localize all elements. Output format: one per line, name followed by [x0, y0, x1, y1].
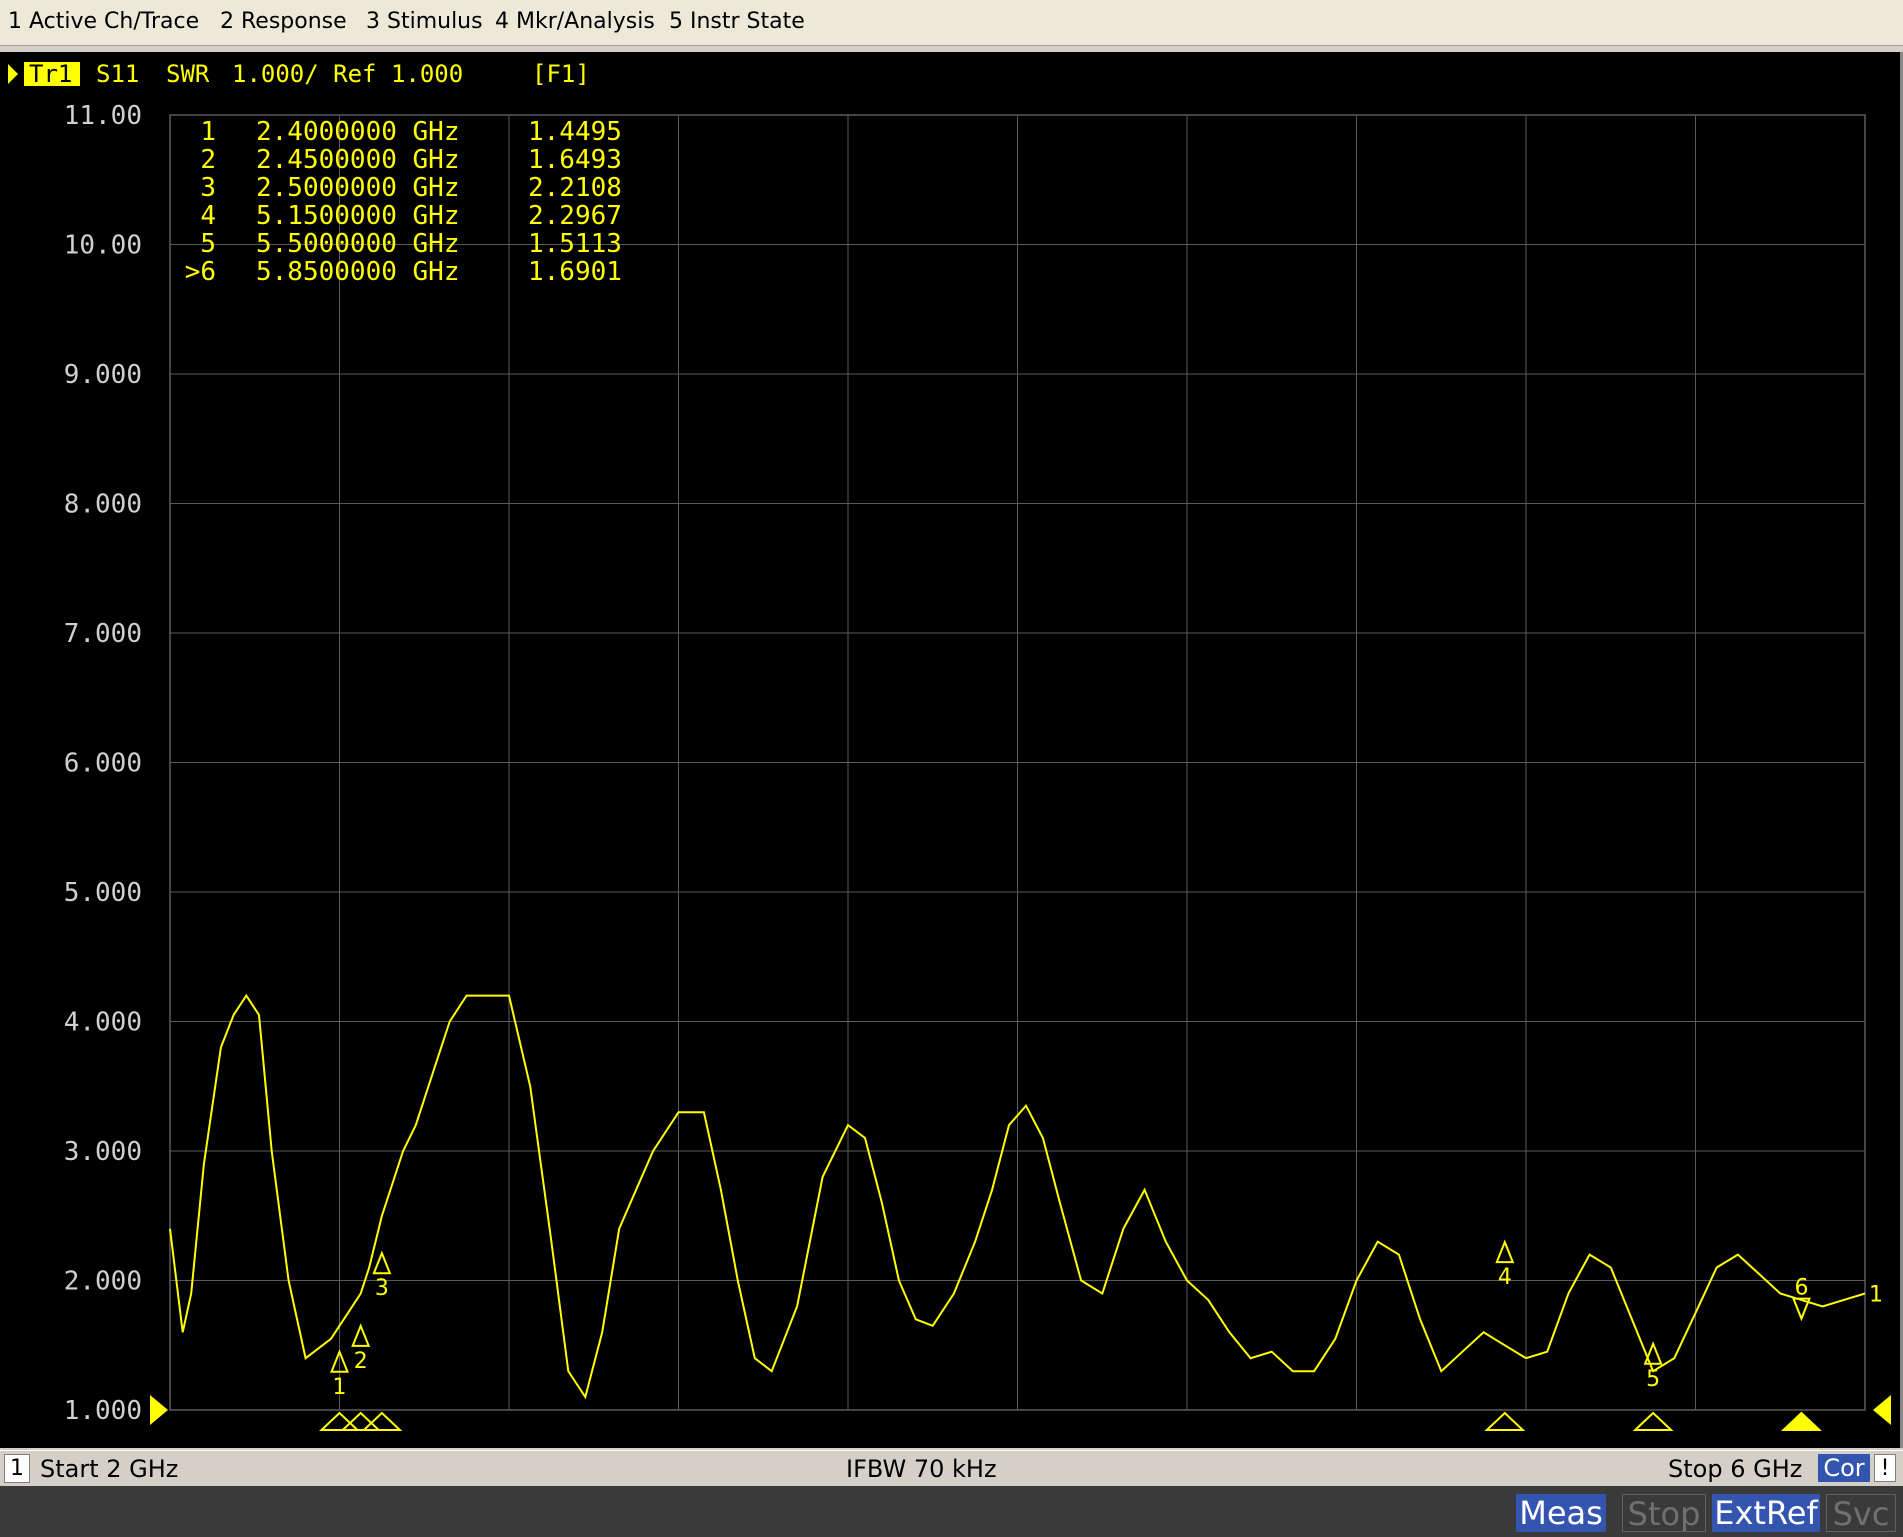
y-axis-tick-labels: 1.000 2.000 3.000 4.000 5.000 6.000 7.000 8.000… [64, 101, 142, 1426]
marker-table-frequency: 2.4000000 GHz [256, 117, 460, 147]
meas-button[interactable]: Meas [1516, 1494, 1606, 1532]
marker-3-icon[interactable] [372, 1250, 392, 1275]
channel-number[interactable]: 1 [4, 1454, 30, 1483]
status-bar: 1 Start 2 GHz IFBW 70 kHz Stop 6 GHz Cor… [0, 1450, 1903, 1485]
marker-5-label: 5 [1646, 1367, 1660, 1392]
stop-button[interactable]: Stop [1622, 1494, 1706, 1533]
marker-table-value: 1.6493 [528, 145, 622, 175]
marker-table-number: 5 [200, 229, 216, 259]
y-tick-label: 2.000 [64, 1267, 142, 1297]
trace-func: [F1] [532, 60, 590, 88]
warning-indicator: ! [1874, 1454, 1896, 1482]
marker-4-label: 4 [1498, 1265, 1512, 1290]
menu-stimulus[interactable]: 3 Stimulus [366, 9, 483, 34]
instrument-status-bar: Meas Stop ExtRef Svc [0, 1486, 1903, 1537]
y-tick-label: 5.000 [64, 878, 142, 908]
marker-table-number: >6 [185, 257, 216, 287]
chart-grid [169, 114, 1866, 1411]
marker-table-frequency: 5.5000000 GHz [256, 229, 460, 259]
axis-marker-5-icon[interactable] [1632, 1411, 1674, 1431]
swr-chart: Tr1 S11 SWR 1.000/ Ref 1.000 [F1] 1.000 2… [8, 60, 1891, 1431]
ref-marker-label: 1 [1869, 1282, 1883, 1307]
axis-marker-6-icon[interactable] [1780, 1411, 1822, 1431]
menu-mkr-analysis[interactable]: 4 Mkr/Analysis [495, 9, 655, 34]
marker-table-number: 2 [200, 145, 216, 175]
menu-active-ch-trace[interactable]: 1 Active Ch/Trace [8, 9, 199, 34]
menu-bar: 1 Active Ch/Trace 2 Response 3 Stimulus … [0, 0, 1903, 46]
trace-format: SWR [166, 60, 210, 88]
y-tick-label: 9.000 [64, 360, 142, 390]
y-tick-label: 8.000 [64, 490, 142, 520]
marker-2-label: 2 [354, 1349, 368, 1374]
ref-level-right-arrow-icon[interactable] [1873, 1395, 1891, 1425]
extref-button[interactable]: ExtRef [1712, 1494, 1820, 1532]
ref-level-left-arrow-icon[interactable] [150, 1395, 168, 1425]
trace-id-label: Tr1 [29, 60, 72, 88]
y-tick-label: 3.000 [64, 1137, 142, 1167]
trace-markers: 123 456 1 [330, 1239, 1883, 1400]
menu-response[interactable]: 2 Response [220, 9, 347, 34]
marker-table-number: 1 [200, 117, 216, 147]
marker-2-icon[interactable] [351, 1323, 371, 1347]
marker-table-value: 2.2108 [528, 173, 622, 203]
menu-instr-state[interactable]: 5 Instr State [669, 9, 805, 34]
y-tick-label: 10.00 [64, 231, 142, 261]
marker-table-number: 3 [200, 173, 216, 203]
chart-panel: Tr1 S11 SWR 1.000/ Ref 1.000 [F1] 1.000 2… [0, 52, 1903, 1448]
trace-measurement: S11 [96, 60, 139, 88]
y-tick-label: 7.000 [64, 619, 142, 649]
svc-button[interactable]: Svc [1826, 1494, 1896, 1533]
y-tick-label: 11.00 [64, 101, 142, 131]
marker-table-value: 1.5113 [528, 229, 622, 259]
start-frequency[interactable]: Start 2 GHz [40, 1455, 178, 1483]
marker-readout-table: 1 2.4000000 GHz 1.4495 2 2.4500000 GHz 1.6493… [185, 117, 622, 287]
marker-4-icon[interactable] [1495, 1239, 1515, 1264]
axis-marker-indicators [318, 1411, 1822, 1431]
y-tick-label: 1.000 [64, 1396, 142, 1426]
ifbw-value[interactable]: IFBW 70 kHz [846, 1455, 997, 1483]
marker-table-frequency: 2.4500000 GHz [256, 145, 460, 175]
marker-table-number: 4 [200, 201, 216, 231]
marker-table-value: 2.2967 [528, 201, 622, 231]
marker-5-icon[interactable] [1643, 1341, 1663, 1365]
trace-scale-ref: 1.000/ Ref 1.000 [232, 60, 463, 88]
marker-6-label: 6 [1794, 1276, 1808, 1301]
marker-table-frequency: 2.5000000 GHz [256, 173, 460, 203]
marker-table-value: 1.4495 [528, 117, 622, 147]
y-tick-label: 6.000 [64, 749, 142, 779]
y-tick-label: 4.000 [64, 1008, 142, 1038]
marker-1-label: 1 [333, 1375, 347, 1400]
marker-table-frequency: 5.1500000 GHz [256, 201, 460, 231]
correction-badge[interactable]: Cor [1818, 1454, 1870, 1482]
axis-marker-4-icon[interactable] [1484, 1411, 1526, 1431]
marker-table-value: 1.6901 [528, 257, 622, 287]
marker-table-frequency: 5.8500000 GHz [256, 257, 460, 287]
marker-3-label: 3 [375, 1276, 389, 1301]
active-trace-indicator-icon [8, 64, 18, 84]
stop-frequency[interactable]: Stop 6 GHz [1668, 1455, 1802, 1483]
